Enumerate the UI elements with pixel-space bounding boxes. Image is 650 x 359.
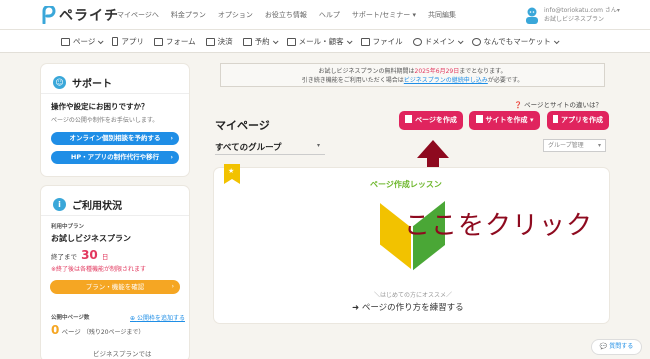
business-note: ビジネスプランでは [93,350,152,358]
pages-count: 0 [51,323,60,337]
support-desc: ページの公開や制作をお手伝いします。 [51,117,159,124]
folder-icon [360,37,370,46]
menu-form[interactable]: フォーム [153,36,196,47]
site-icon [475,115,483,123]
create-page-button[interactable]: ページを作成 [399,111,463,130]
plan-label: 利用中プラン [51,224,85,230]
menu-app[interactable]: アプリ [112,36,144,47]
plan-name: お試しビジネスプラン [51,234,131,243]
support-icon: ☺ [53,76,66,89]
status-title: ご利用状況 [72,201,122,212]
menu-page[interactable]: ページ [61,36,104,47]
phone-icon [112,37,119,46]
divider [41,93,189,94]
page-title: マイページ [215,119,270,132]
chevron-down-icon [346,37,353,44]
calendar-icon [242,37,252,46]
create-app-button[interactable]: アプリを作成 [547,111,609,130]
group-manage-select[interactable]: グループ管理 ▾ [543,139,606,152]
page-icon [61,37,70,46]
logo-icon [42,6,56,24]
menu-market[interactable]: なんでもマーケット [471,36,560,47]
nav-collab[interactable]: 共同編集 [428,10,456,20]
plan-features-button[interactable]: プラン・機能を確認 › [50,280,180,294]
agency-button[interactable]: HP・アプリの制作代行や移行 › [51,151,179,164]
menu-mail-customer[interactable]: メール・顧客 [286,36,353,47]
chevron-down-icon[interactable]: ▾ [317,142,320,149]
chevron-down-icon [272,37,279,44]
user-plan: お試しビジネスプラン [544,16,605,23]
support-card: ☺ サポート 操作や設定にお困りですか？ ページの公開や制作をお手伝いします。 … [41,64,189,176]
card-icon [205,37,215,46]
user-menu[interactable]: info@toriokatu.com さん▾ お試しビジネスプラン [524,6,620,24]
question-icon: ❓ [514,101,523,109]
menu-domain[interactable]: ドメイン [412,36,464,47]
days-left: 30 [81,248,98,262]
page-icon [405,115,413,123]
nav-mypage[interactable]: マイページへ [117,10,159,20]
arrow-right-icon: ➜ [352,303,362,313]
avatar [526,7,538,24]
continue-plan-link[interactable]: ビジネスプランの継続申し込み [404,77,488,84]
chat-icon: 💬 [599,343,608,350]
nav-options[interactable]: オプション [218,10,253,20]
top-bar: ペライチ マイページへ 料金プラン オプション お役立ち情報 ヘルプ サポート/… [0,0,650,30]
add-pages-link[interactable]: ⊕ 公開枠を追加する [130,313,185,322]
lesson-title: ページ作成レッスン [370,180,442,189]
lesson-action[interactable]: ➜ ページの作り方を練習する [352,301,464,313]
group-underline [215,154,325,155]
nav-tips[interactable]: お役立ち情報 [265,10,307,20]
chevron-down-icon: ▾ [597,142,601,149]
form-icon [153,37,163,46]
create-site-button[interactable]: サイトを作成 ▾ [469,111,540,130]
menu-reservation[interactable]: 予約 [242,36,279,47]
consult-button[interactable]: オンライン個別相談を予約する › [51,132,179,145]
chevron-down-icon [553,37,560,44]
market-icon [471,37,481,46]
app-logo[interactable]: ペライチ [42,5,119,25]
trial-end-date: 2025年6月29日 [414,68,460,75]
page-site-help-link[interactable]: ❓ ページとサイトの違いは？ [514,99,602,109]
support-title: サポート [72,79,112,90]
chevron-down-icon [98,37,104,44]
annotation-click-here: ここをクリック [404,211,594,241]
trial-notice: お試しビジネスプランの無料期間は2025年6月29日までとなります。 引き続き機… [220,63,605,87]
lesson-subtitle: ＼はじめての方にオススメ／ [374,292,453,299]
nav-support[interactable]: サポート/セミナー ▾ [352,10,416,20]
top-nav: マイページへ 料金プラン オプション お役立ち情報 ヘルプ サポート/セミナー … [117,10,456,20]
group-filter[interactable]: すべてのグループ [215,141,282,153]
support-question: 操作や設定にお困りですか？ [51,102,149,111]
chevron-down-icon [457,37,464,44]
plan-warning: ※終了後は各種機能が制限されます [51,266,147,273]
ask-question-button[interactable]: 💬 質問する [592,340,641,354]
chevron-right-icon: › [170,135,173,142]
usage-status-card: i ご利用状況 利用中プラン お試しビジネスプラン 終了まで 30 日 ※終了後… [41,186,189,359]
lesson-card[interactable]: ページ作成レッスン ここをクリック ＼はじめての方にオススメ／ ➜ ページの作り… [214,164,609,323]
menu-file[interactable]: ファイル [360,36,403,47]
feature-menu-bar: ページ アプリ フォーム 決済 予約 メール・顧客 ファイル ドメイン なんでも… [0,30,650,53]
user-email: info@toriokatu.com さん▾ [544,7,620,14]
chevron-right-icon: › [170,154,173,161]
nav-help[interactable]: ヘルプ [319,10,340,20]
globe-icon [412,37,422,46]
chevron-right-icon: › [171,283,174,290]
plan-remaining: 終了まで 30 日 [51,248,109,262]
info-icon: i [53,198,66,211]
phone-icon [553,115,558,123]
mail-icon [286,37,296,46]
nav-pricing[interactable]: 料金プラン [171,10,206,20]
divider [41,215,189,216]
pages-count-row: 0 ページ （残り20ページまで） [51,323,145,337]
menu-payment[interactable]: 決済 [205,36,233,47]
pages-label: 公開中ページ数 [51,315,90,321]
bookmark-icon [224,164,240,184]
app-name: ペライチ [59,8,119,24]
